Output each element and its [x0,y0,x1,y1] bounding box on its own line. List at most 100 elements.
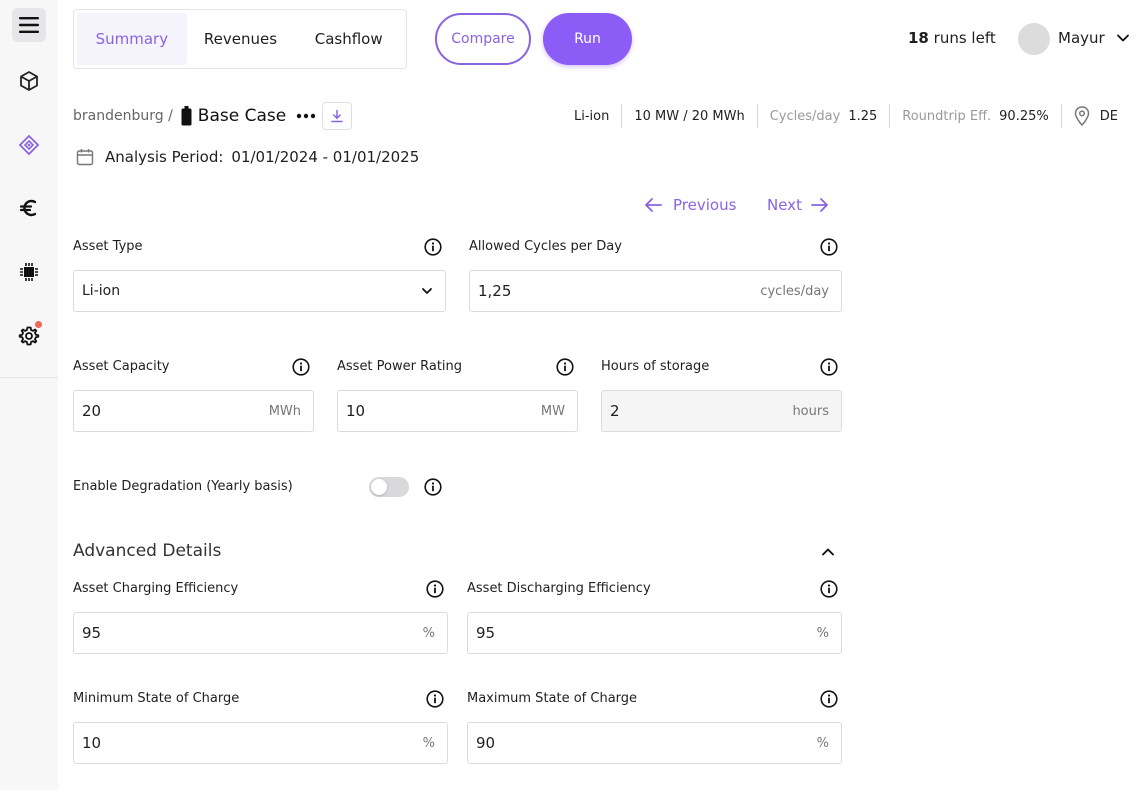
spec-power-capacity-value: 10 MW / 20 MWh [634,108,745,124]
scenario-name: Base Case [197,106,287,126]
charging-unit: % [422,625,435,641]
charging-input[interactable]: 95 % [73,612,448,654]
hours-label: Hours of storage [601,359,710,374]
discharging-input[interactable]: 95 % [467,612,842,654]
info-icon[interactable] [820,580,838,598]
chevron-down-icon [422,288,432,294]
cycles-unit: cycles/day [760,283,829,299]
capacity-label: Asset Capacity [73,359,170,374]
next-label: Next [767,196,802,214]
chevron-down-icon[interactable] [1116,31,1130,45]
capacity-unit: MWh [268,403,301,419]
max-soc-label: Maximum State of Charge [467,691,638,706]
asset-diamond-icon [18,134,40,156]
arrow-right-icon [811,198,828,212]
asset-type-select[interactable]: Li-ion [73,270,446,312]
runs-left: 18 runs left [908,29,996,47]
min-soc-unit: % [422,735,435,751]
degradation-label: Enable Degradation (Yearly basis) [73,479,293,494]
asset-type-value: Li-ion [82,283,121,299]
sidebar-item-assets[interactable] [12,64,46,98]
view-tabs: Summary Revenues Cashflow [73,9,407,69]
tab-revenues[interactable]: Revenues [187,13,295,65]
avatar[interactable] [1018,23,1050,55]
power-input[interactable]: 10 MW [337,390,578,432]
min-soc-value: 10 [82,734,102,752]
info-icon[interactable] [292,358,310,376]
hours-value: 2 [610,402,620,420]
info-icon[interactable] [820,690,838,708]
min-soc-input[interactable]: 10 % [73,722,448,764]
sidebar-item-scenarios[interactable] [12,128,46,162]
capacity-input[interactable]: 20 MWh [73,390,314,432]
spec-country-value: DE [1099,108,1118,124]
download-button[interactable] [322,102,352,130]
spec-power-capacity: 10 MW / 20 MWh [621,104,756,128]
tab-cashflow[interactable]: Cashflow [294,13,403,65]
hours-input: 2 hours [601,390,842,432]
breadcrumb: brandenburg / Base Case [73,106,316,126]
power-value: 10 [346,402,366,420]
degradation-toggle[interactable] [369,477,409,497]
spec-cycles-value: 1.25 [848,108,878,124]
power-label: Asset Power Rating [337,359,463,374]
info-icon[interactable] [424,238,442,256]
spec-type: Li-ion [574,104,621,128]
gear-icon [18,326,40,346]
spec-location: DE [1060,104,1130,128]
info-icon[interactable] [426,580,444,598]
spec-type-value: Li-ion [574,108,610,124]
spec-rte-label: Roundtrip Eff. [902,108,992,124]
arrow-left-icon [645,198,662,212]
sidebar-divider [0,377,58,378]
location-pin-icon [1074,106,1089,126]
more-options-icon[interactable] [296,113,316,119]
cube-icon [20,71,38,91]
cycles-input[interactable]: 1,25 cycles/day [469,270,842,312]
max-soc-input[interactable]: 90 % [467,722,842,764]
sidebar-item-hardware[interactable] [12,255,46,289]
menu-button[interactable] [12,8,46,42]
info-icon[interactable] [820,238,838,256]
max-soc-unit: % [816,735,829,751]
asset-specs: Li-ion 10 MW / 20 MWh Cycles/day 1.25 Rou… [574,104,1130,128]
previous-button[interactable]: Previous [643,196,736,214]
info-icon[interactable] [820,358,838,376]
info-icon[interactable] [424,478,442,496]
min-soc-label: Minimum State of Charge [73,691,240,706]
sidebar [0,0,58,790]
power-unit: MW [540,403,565,419]
breadcrumb-parent[interactable]: brandenburg / [73,108,173,124]
capacity-value: 20 [82,402,102,420]
calendar-icon [76,149,94,166]
euro-icon [19,199,37,217]
chevron-up-icon[interactable] [821,545,835,559]
runs-suffix: runs left [933,29,996,47]
notification-dot [35,321,42,328]
hours-unit: hours [792,403,829,419]
info-icon[interactable] [556,358,574,376]
run-button[interactable]: Run [543,13,632,65]
asset-type-label: Asset Type [73,239,143,254]
discharging-value: 95 [476,624,496,642]
spec-rte-value: 90.25% [999,108,1049,124]
charging-value: 95 [82,624,102,642]
chip-icon [20,263,38,281]
next-button[interactable]: Next [767,196,830,214]
discharging-unit: % [816,625,829,641]
cycles-value: 1,25 [478,282,512,300]
compare-button[interactable]: Compare [435,13,531,65]
spec-cycles: Cycles/day 1.25 [756,104,890,128]
analysis-period-value: 01/01/2024 - 01/01/2025 [231,148,420,166]
discharging-label: Asset Discharging Efficiency [467,581,651,596]
download-icon [331,109,343,123]
tab-summary[interactable]: Summary [77,13,187,65]
analysis-period: Analysis Period: 01/01/2024 - 01/01/2025 [76,148,419,166]
advanced-details-title: Advanced Details [73,541,222,561]
spec-cycles-label: Cycles/day [769,108,841,124]
sidebar-item-finance[interactable] [12,191,46,225]
user-name[interactable]: Mayur [1058,29,1105,47]
spec-rte: Roundtrip Eff. 90.25% [889,104,1060,128]
analysis-period-label: Analysis Period: [105,148,224,166]
info-icon[interactable] [426,690,444,708]
